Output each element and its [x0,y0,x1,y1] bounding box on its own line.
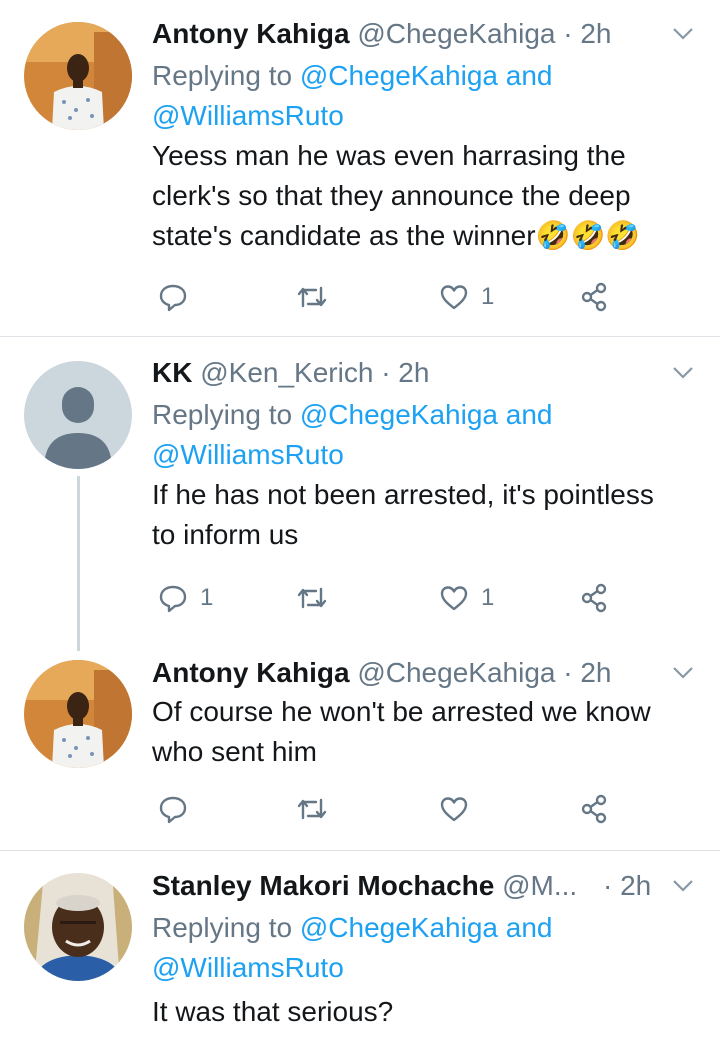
tweet-header: KK @Ken_Kerich · 2h [152,353,429,393]
retweet-icon [297,286,327,308]
timestamp[interactable]: · 2h [563,18,611,49]
reply-button[interactable] [158,277,200,317]
reply-button[interactable] [158,789,200,829]
display-name[interactable]: Antony Kahiga [152,18,350,49]
display-name[interactable]: Stanley Makori Mochache [152,870,494,901]
reply-icon [159,585,187,613]
chevron-down-icon[interactable] [672,365,694,381]
reply-icon [159,796,187,824]
user-handle[interactable]: @ChegeKahiga [357,18,555,49]
timestamp[interactable]: · 2h [381,357,429,388]
avatar[interactable] [24,361,132,469]
mention-link[interactable]: @WilliamsRuto [152,439,344,470]
chevron-down-icon[interactable] [672,878,694,894]
reply-button[interactable]: 1 [158,578,213,618]
tweet-header: Antony Kahiga @ChegeKahiga · 2h [152,14,612,54]
retweet-button[interactable] [297,277,339,317]
chevron-down-icon[interactable] [672,665,694,681]
tweet-3[interactable]: Antony Kahiga @ChegeKahiga · 2h Of cours… [0,640,720,850]
tweet-text: If he has not been arrested, it's pointl… [152,479,654,550]
avatar-photo [24,22,132,130]
mention-link[interactable]: @ChegeKahiga and [300,60,553,91]
display-name[interactable]: KK [152,357,192,388]
reply-icon [159,284,187,312]
tweet-header: Antony Kahiga @ChegeKahiga · 2h [152,653,612,693]
thread-line [77,476,80,651]
timestamp[interactable]: · 2h [603,870,651,901]
tweet-actions: 1 [152,277,632,317]
share-button[interactable] [579,277,609,317]
replying-to: Replying to @ChegeKahiga and [152,912,553,943]
mention-link[interactable]: @ChegeKahiga and [300,912,553,943]
user-handle[interactable]: @M... [502,870,577,901]
replying-to: Replying to @ChegeKahiga and [152,60,553,91]
tweet-2[interactable]: KK @Ken_Kerich · 2h Replying to @ChegeKa… [0,337,720,637]
share-button[interactable] [579,578,609,618]
retweet-icon [297,798,327,820]
mention-link[interactable]: @WilliamsRuto [152,952,344,983]
tweet-text: It was that serious? [152,996,394,1027]
default-avatar-icon [24,361,132,469]
share-icon [581,282,607,312]
retweet-icon [297,587,327,609]
replying-to: Replying to @ChegeKahiga and [152,399,553,430]
avatar-photo [24,873,132,981]
like-button[interactable] [439,789,481,829]
tweet-actions [152,789,632,829]
tweet-4[interactable]: Stanley Makori Mochache @M... · 2h Reply… [0,851,720,1044]
like-icon [440,586,468,611]
tweet-actions: 1 1 [152,578,632,618]
display-name[interactable]: Antony Kahiga [152,657,350,688]
chevron-down-icon[interactable] [672,26,694,42]
avatar[interactable] [24,660,132,768]
mention-link[interactable]: @ChegeKahiga and [300,399,553,430]
timestamp[interactable]: · 2h [563,657,611,688]
share-icon [581,583,607,613]
avatar-photo [24,660,132,768]
like-icon [440,285,468,310]
tweet-text: Of course he won't be arrested we know w… [152,696,651,767]
share-button[interactable] [579,789,609,829]
tweet-1[interactable]: Antony Kahiga @ChegeKahiga · 2h Replying… [0,0,720,336]
avatar[interactable] [24,873,132,981]
tweet-text: Yeess man he was even harrasing the cler… [152,140,641,251]
user-handle[interactable]: @Ken_Kerich [200,357,373,388]
share-icon [581,794,607,824]
retweet-button[interactable] [297,789,339,829]
avatar[interactable] [24,22,132,130]
mention-link[interactable]: @WilliamsRuto [152,100,344,131]
retweet-button[interactable] [297,578,339,618]
like-button[interactable]: 1 [439,578,494,618]
like-icon [440,797,468,822]
user-handle[interactable]: @ChegeKahiga [357,657,555,688]
like-button[interactable]: 1 [439,277,494,317]
tweet-header: Stanley Makori Mochache @M... · 2h [152,866,652,906]
